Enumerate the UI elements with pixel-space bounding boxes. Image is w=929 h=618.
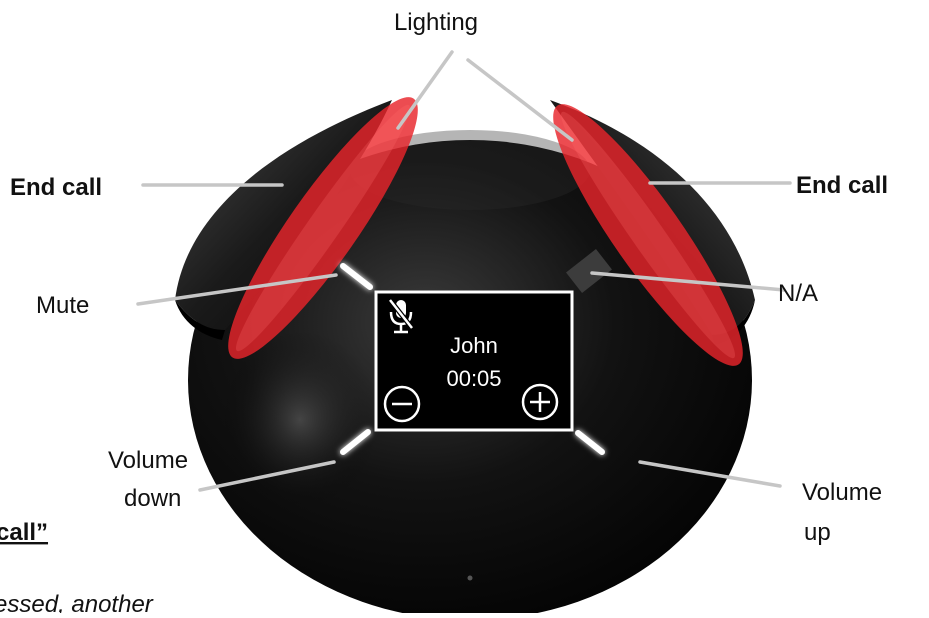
partial-heading-fragment: call” xyxy=(0,519,48,546)
label-volume-up-line2: up xyxy=(804,519,831,546)
label-volume-down-line2: down xyxy=(124,485,181,512)
partial-italic-fragment: essed, another xyxy=(0,591,154,613)
label-lighting: Lighting xyxy=(394,9,478,36)
label-na: N/A xyxy=(778,280,818,307)
leader-lighting-right xyxy=(466,58,574,142)
device-diagram: John 00:05 Lighting End call End call Mu… xyxy=(0,0,929,618)
label-end-call-right: End call xyxy=(796,172,888,199)
device-screen: John 00:05 xyxy=(374,290,574,432)
label-volume-down-line1: Volume xyxy=(108,447,188,474)
label-mute: Mute xyxy=(36,292,89,319)
call-timer: 00:05 xyxy=(446,366,501,391)
caller-name: John xyxy=(450,333,498,358)
diagram-canvas: John 00:05 Lighting End call End call Mu… xyxy=(0,9,888,618)
leader-lighting-left xyxy=(396,50,454,130)
label-end-call-left: End call xyxy=(10,174,102,201)
label-volume-up-line1: Volume xyxy=(802,479,882,506)
